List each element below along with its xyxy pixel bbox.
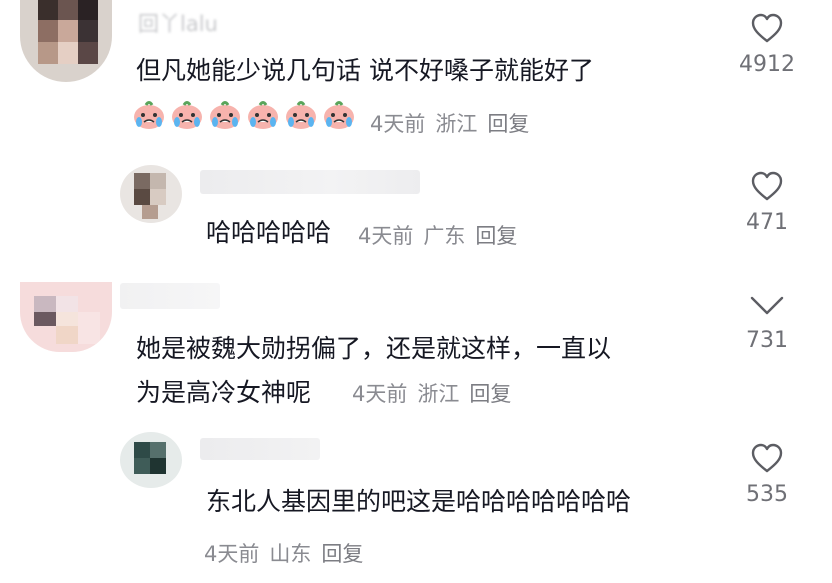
- username[interactable]: [120, 283, 220, 309]
- crying-peach-emoji: [246, 100, 280, 130]
- crying-peach-emoji: [208, 100, 242, 130]
- comment-location: 山东: [269, 542, 312, 566]
- like-count: 731: [746, 328, 788, 353]
- comment-time: 4天前: [358, 224, 414, 248]
- comment-text: 但凡她能少说几句话 说不好嗓子就能好了: [136, 56, 594, 85]
- emoji-row: [132, 100, 360, 138]
- crying-peach-emoji: [170, 100, 204, 130]
- like-count: 4912: [739, 52, 795, 77]
- comment-meta: 4天前 山东 回复: [204, 538, 373, 568]
- comment-meta: 4天前 浙江 回复: [352, 378, 521, 408]
- crying-peach-emoji: [322, 100, 356, 130]
- comment-location: 浙江: [435, 112, 478, 136]
- reply-button[interactable]: 回复: [321, 542, 363, 566]
- avatar[interactable]: [20, 0, 112, 82]
- reply-button[interactable]: 回复: [487, 112, 529, 136]
- comment-text: 东北人基因里的吧这是哈哈哈哈哈哈哈: [206, 487, 632, 516]
- username[interactable]: [200, 438, 320, 460]
- comment-location: 广东: [423, 224, 466, 248]
- comment-time: 4天前: [204, 542, 260, 566]
- like-column: 535: [722, 442, 812, 507]
- username[interactable]: 回丫lalu: [138, 8, 248, 36]
- chevron-down-icon[interactable]: [748, 292, 786, 318]
- comment-text: 哈哈哈哈哈: [206, 218, 332, 247]
- avatar[interactable]: [120, 432, 182, 488]
- username[interactable]: [200, 170, 420, 194]
- heart-outline-icon[interactable]: [750, 442, 784, 474]
- comment-meta: 4天前 浙江 回复: [370, 108, 539, 138]
- avatar[interactable]: [120, 165, 182, 223]
- avatar[interactable]: [20, 282, 112, 352]
- like-column: 471: [722, 170, 812, 235]
- comment-time: 4天前: [352, 382, 408, 406]
- comment-time: 4天前: [370, 112, 426, 136]
- like-count: 471: [746, 210, 788, 235]
- like-column: 4912: [722, 12, 812, 77]
- like-column: 731: [722, 292, 812, 353]
- like-count: 535: [746, 482, 788, 507]
- comment-location: 浙江: [417, 382, 460, 406]
- heart-outline-icon[interactable]: [750, 12, 784, 44]
- crying-peach-emoji: [132, 100, 166, 130]
- reply-button[interactable]: 回复: [475, 224, 517, 248]
- heart-outline-icon[interactable]: [750, 170, 784, 202]
- crying-peach-emoji: [284, 100, 318, 130]
- comment-meta: 4天前 广东 回复: [358, 220, 527, 250]
- reply-button[interactable]: 回复: [469, 382, 511, 406]
